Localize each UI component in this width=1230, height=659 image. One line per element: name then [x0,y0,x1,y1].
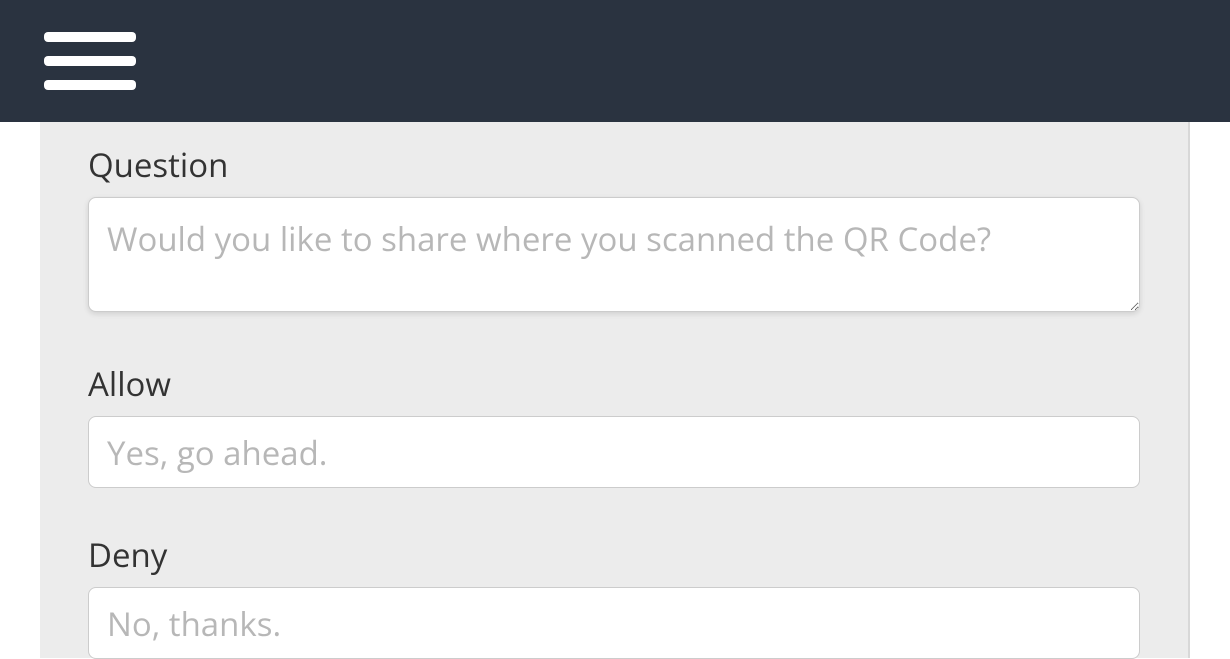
deny-input[interactable] [88,587,1140,659]
question-label: Question [88,142,1140,187]
form-panel: Question Allow Deny [40,122,1190,658]
deny-field-group: Deny [88,532,1140,659]
hamburger-line [44,56,136,66]
question-field-group: Question [88,142,1140,317]
hamburger-menu-icon[interactable] [44,32,136,90]
allow-input[interactable] [88,416,1140,488]
content-wrapper: Question Allow Deny [0,122,1230,658]
hamburger-line [44,32,136,42]
allow-field-group: Allow [88,361,1140,488]
app-header [0,0,1230,122]
hamburger-line [44,80,136,90]
deny-label: Deny [88,532,1140,577]
question-input[interactable] [88,197,1140,312]
allow-label: Allow [88,361,1140,406]
